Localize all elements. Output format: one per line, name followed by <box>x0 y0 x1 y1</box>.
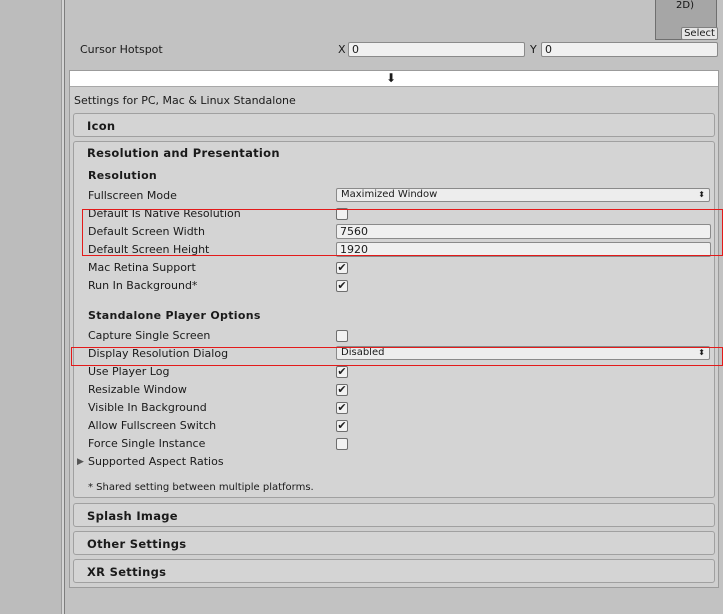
select-button[interactable]: Select <box>681 27 718 40</box>
section-other-settings[interactable]: Other Settings <box>73 531 715 555</box>
default-native-resolution-label: Default Is Native Resolution <box>88 207 241 220</box>
cursor-hotspot-label: Cursor Hotspot <box>80 43 163 56</box>
force-single-instance-checkbox[interactable] <box>336 438 348 450</box>
left-panel-edge <box>0 0 62 614</box>
download-icon[interactable]: ⬇ <box>386 72 396 85</box>
resolution-header: Resolution <box>88 169 158 182</box>
supported-aspect-ratios-foldout[interactable]: Supported Aspect Ratios <box>88 455 224 468</box>
default-screen-width-label: Default Screen Width <box>88 225 205 238</box>
default-screen-height-label: Default Screen Height <box>88 243 210 256</box>
capture-single-screen-checkbox[interactable] <box>336 330 348 342</box>
display-resolution-dialog-label: Display Resolution Dialog <box>88 347 229 360</box>
panel-divider[interactable] <box>62 0 65 614</box>
visible-in-background-checkbox[interactable]: ✔ <box>336 402 348 414</box>
cursor-hotspot-x-field[interactable]: 0 <box>348 42 525 57</box>
check-icon: ✔ <box>337 419 347 432</box>
thumbnail-caption: 2D) <box>676 0 694 11</box>
mac-retina-label: Mac Retina Support <box>88 261 196 274</box>
dropdown-arrow-icon: ⬍ <box>698 348 705 357</box>
shared-setting-note: * Shared setting between multiple platfo… <box>88 482 314 493</box>
check-icon: ✔ <box>337 365 347 378</box>
expand-triangle-icon[interactable]: ▶ <box>77 457 84 467</box>
fullscreen-mode-value: Maximized Window <box>341 189 438 200</box>
section-other-title: Other Settings <box>87 537 187 551</box>
run-in-background-checkbox[interactable]: ✔ <box>336 280 348 292</box>
display-resolution-dialog-value: Disabled <box>341 347 385 358</box>
section-resolution-title[interactable]: Resolution and Presentation <box>87 146 280 160</box>
default-screen-width-field[interactable]: 7560 <box>336 224 711 239</box>
resizable-window-checkbox[interactable]: ✔ <box>336 384 348 396</box>
capture-single-screen-label: Capture Single Screen <box>88 329 211 342</box>
cursor-hotspot-y-field[interactable]: 0 <box>541 42 718 57</box>
run-in-background-label: Run In Background* <box>88 279 198 292</box>
fullscreen-mode-dropdown[interactable]: Maximized Window ⬍ <box>336 188 710 202</box>
allow-fullscreen-switch-label: Allow Fullscreen Switch <box>88 419 217 432</box>
force-single-instance-label: Force Single Instance <box>88 437 206 450</box>
section-xr-settings[interactable]: XR Settings <box>73 559 715 583</box>
fullscreen-mode-label: Fullscreen Mode <box>88 189 177 202</box>
resizable-window-label: Resizable Window <box>88 383 187 396</box>
settings-for-label: Settings for PC, Mac & Linux Standalone <box>74 94 296 107</box>
x-label: X <box>338 43 346 56</box>
section-splash-image[interactable]: Splash Image <box>73 503 715 527</box>
standalone-options-header: Standalone Player Options <box>88 309 261 322</box>
check-icon: ✔ <box>337 383 347 396</box>
check-icon: ✔ <box>337 279 347 292</box>
display-resolution-dialog-dropdown[interactable]: Disabled ⬍ <box>336 346 710 360</box>
check-icon: ✔ <box>337 261 347 274</box>
section-icon-title: Icon <box>87 119 116 133</box>
section-xr-title: XR Settings <box>87 565 167 579</box>
use-player-log-checkbox[interactable]: ✔ <box>336 366 348 378</box>
check-icon: ✔ <box>337 401 347 414</box>
allow-fullscreen-switch-checkbox[interactable]: ✔ <box>336 420 348 432</box>
y-label: Y <box>530 43 537 56</box>
default-screen-height-field[interactable]: 1920 <box>336 242 711 257</box>
use-player-log-label: Use Player Log <box>88 365 170 378</box>
dropdown-arrow-icon: ⬍ <box>698 190 705 199</box>
section-icon[interactable]: Icon <box>73 113 715 137</box>
default-native-resolution-checkbox[interactable] <box>336 208 348 220</box>
visible-in-background-label: Visible In Background <box>88 401 207 414</box>
mac-retina-checkbox[interactable]: ✔ <box>336 262 348 274</box>
section-splash-title: Splash Image <box>87 509 178 523</box>
